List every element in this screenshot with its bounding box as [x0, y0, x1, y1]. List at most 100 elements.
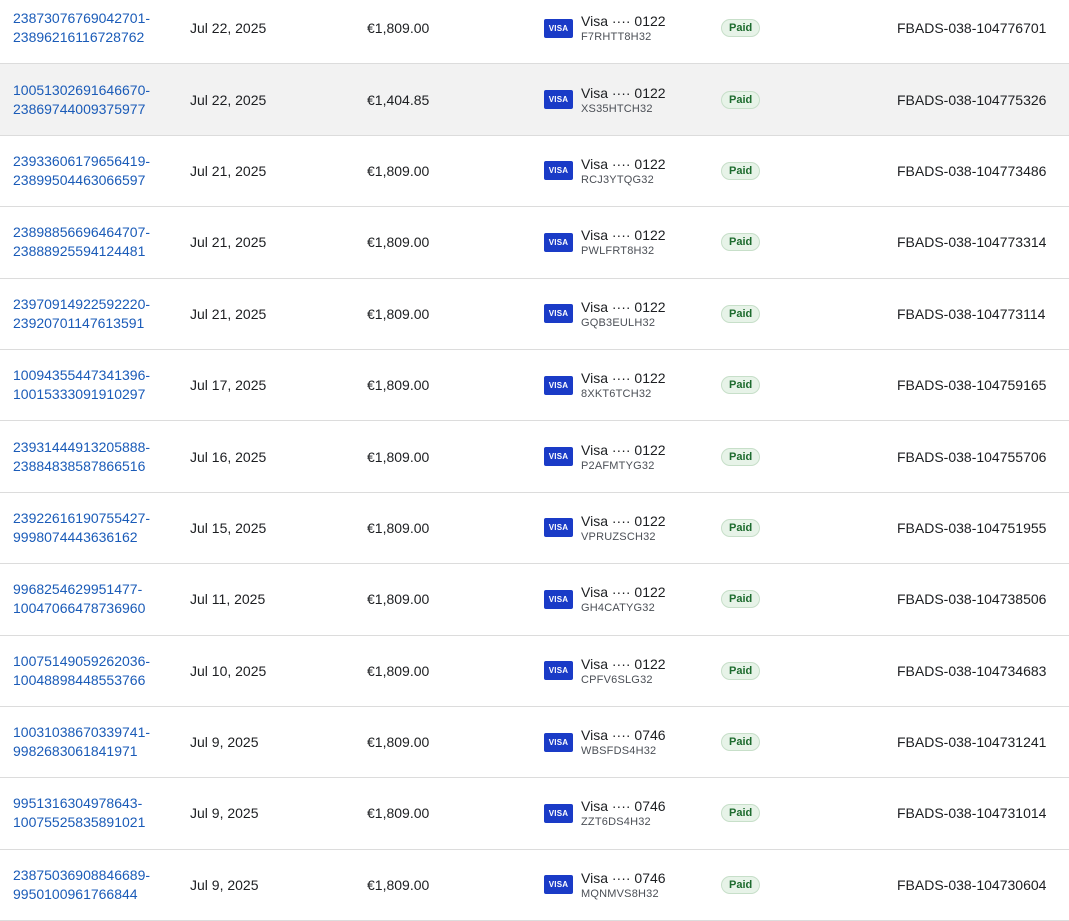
transaction-id-link[interactable]: 23970914922592220- 23920701147613591 [13, 295, 150, 333]
status-badge: Paid [721, 590, 761, 609]
reference-number: FBADS-038-104730604 [897, 876, 1047, 893]
payment-method-cell: VISA Visa ···· 0122 GQB3EULH32 [544, 279, 714, 349]
payment-method-cell: VISA Visa ···· 0122 RCJ3YTQG32 [544, 136, 714, 206]
transaction-id-link[interactable]: 23875036908846689- 9950100961766844 [13, 866, 150, 904]
transaction-id-link[interactable]: 10051302691646670- 23869744009375977 [13, 81, 150, 119]
transaction-id-link[interactable]: 10075149059262036- 10048898448553766 [13, 652, 150, 690]
transaction-date: Jul 22, 2025 [190, 91, 267, 108]
transaction-id-part2: 10075525835891021 [13, 814, 146, 831]
date-cell: Jul 21, 2025 [190, 207, 330, 277]
amount-cell: €1,809.00 [367, 207, 507, 277]
table-row[interactable]: 10094355447341396- 10015333091910297 Jul… [0, 349, 1069, 422]
amount-cell: €1,809.00 [367, 0, 507, 63]
visa-card-icon: VISA [544, 161, 573, 181]
transaction-id-link[interactable]: 9968254629951477- 10047066478736960 [13, 580, 145, 618]
transaction-amount: €1,809.00 [367, 662, 430, 679]
table-row[interactable]: 10031038670339741- 9982683061841971 Jul … [0, 706, 1069, 779]
transaction-id-part1: 23931444913205888- [13, 438, 151, 455]
table-row[interactable]: 9951316304978643- 10075525835891021 Jul … [0, 778, 1069, 850]
transaction-id-link[interactable]: 10031038670339741- 9982683061841971 [13, 723, 150, 761]
transaction-date: Jul 11, 2025 [190, 591, 266, 608]
transaction-id-part1: 9968254629951477- [13, 581, 143, 598]
transaction-amount: €1,809.00 [367, 448, 430, 465]
reference-number: FBADS-038-104776701 [897, 20, 1047, 37]
payment-method-label: Visa ···· 0122 [581, 155, 666, 172]
transaction-id-part1: 23898856696464707- [13, 224, 151, 241]
transactions-table: 23873076769042701- 23896216116728762 Jul… [0, 0, 1069, 921]
visa-card-icon: VISA [544, 375, 573, 395]
transaction-id-part2: 23920701147613591 [13, 314, 145, 331]
transaction-id-link[interactable]: 23931444913205888- 23884838587866516 [13, 438, 150, 476]
transaction-id-part1: 23933606179656419- [13, 152, 151, 169]
transaction-id-cell: 23873076769042701- 23896216116728762 [13, 0, 173, 63]
date-cell: Jul 11, 2025 [190, 564, 330, 634]
payment-method-cell: VISA Visa ···· 0122 XS35HTCH32 [544, 64, 714, 134]
transaction-id-link[interactable]: 23873076769042701- 23896216116728762 [13, 9, 150, 47]
transaction-date: Jul 9, 2025 [190, 876, 259, 893]
transaction-id-cell: 23933606179656419- 23899504463066597 [13, 136, 173, 206]
status-cell: Paid [721, 0, 801, 63]
amount-cell: €1,809.00 [367, 421, 507, 491]
table-row[interactable]: 23873076769042701- 23896216116728762 Jul… [0, 0, 1069, 65]
status-cell: Paid [721, 350, 801, 420]
transaction-amount: €1,809.00 [367, 591, 430, 608]
transaction-id-link[interactable]: 23922616190755427- 9998074443636162 [13, 509, 150, 547]
transaction-id-part1: 10051302691646670- [13, 81, 151, 98]
table-row[interactable]: 9968254629951477- 10047066478736960 Jul … [0, 564, 1069, 636]
table-row[interactable]: 10051302691646670- 23869744009375977 Jul… [0, 64, 1069, 136]
visa-card-icon: VISA [544, 803, 573, 823]
reference-number: FBADS-038-104773314 [897, 234, 1047, 251]
reference-number: FBADS-038-104759165 [897, 377, 1047, 394]
transaction-amount: €1,809.00 [367, 305, 430, 322]
payment-code: WBSFDS4H32 [581, 745, 657, 758]
transaction-date: Jul 10, 2025 [190, 662, 267, 679]
payment-code: 8XKT6TCH32 [581, 388, 652, 401]
table-row[interactable]: 23898856696464707- 23888925594124481 Jul… [0, 207, 1069, 279]
reference-number: FBADS-038-104738506 [897, 591, 1047, 608]
reference-cell: FBADS-038-104773114 [897, 279, 1069, 349]
table-row[interactable]: 23970914922592220- 23920701147613591 Jul… [0, 278, 1069, 350]
payment-code: GH4CATYG32 [581, 602, 655, 615]
payment-method-label: Visa ···· 0122 [581, 584, 666, 601]
transaction-id-link[interactable]: 23898856696464707- 23888925594124481 [13, 223, 150, 261]
transaction-id-link[interactable]: 10094355447341396- 10015333091910297 [13, 366, 150, 404]
reference-number: FBADS-038-104731014 [897, 805, 1047, 822]
status-badge: Paid [721, 19, 761, 38]
table-row[interactable]: 10075149059262036- 10048898448553766 Jul… [0, 635, 1069, 707]
status-cell: Paid [721, 636, 801, 706]
date-cell: Jul 10, 2025 [190, 636, 330, 706]
visa-card-icon: VISA [544, 90, 573, 110]
transaction-id-link[interactable]: 9951316304978643- 10075525835891021 [13, 794, 145, 832]
transaction-date: Jul 21, 2025 [190, 305, 267, 322]
transaction-id-link[interactable]: 23933606179656419- 23899504463066597 [13, 152, 150, 190]
reference-cell: FBADS-038-104751955 [897, 493, 1069, 563]
date-cell: Jul 22, 2025 [190, 64, 330, 134]
table-row[interactable]: 23933606179656419- 23899504463066597 Jul… [0, 135, 1069, 208]
visa-card-icon: VISA [544, 232, 573, 252]
transaction-amount: €1,809.00 [367, 162, 430, 179]
transaction-date: Jul 21, 2025 [190, 234, 267, 251]
status-badge: Paid [721, 447, 761, 466]
status-badge: Paid [721, 90, 761, 109]
amount-cell: €1,809.00 [367, 636, 507, 706]
reference-number: FBADS-038-104731241 [897, 734, 1047, 751]
transaction-amount: €1,809.00 [367, 377, 430, 394]
payment-method-cell: VISA Visa ···· 0122 PWLFRT8H32 [544, 207, 714, 277]
reference-cell: FBADS-038-104734683 [897, 636, 1069, 706]
status-cell: Paid [721, 493, 801, 563]
payment-method-cell: VISA Visa ···· 0122 F7RHTT8H32 [544, 0, 714, 63]
visa-card-icon: VISA [544, 875, 573, 895]
reference-number: FBADS-038-104755706 [897, 448, 1047, 465]
visa-card-icon: VISA [544, 589, 573, 609]
status-cell: Paid [721, 64, 801, 134]
status-badge: Paid [721, 304, 761, 323]
payment-method-label: Visa ···· 0746 [581, 798, 666, 815]
table-row[interactable]: 23931444913205888- 23884838587866516 Jul… [0, 421, 1069, 493]
reference-cell: FBADS-038-104775326 [897, 64, 1069, 134]
transaction-id-cell: 10051302691646670- 23869744009375977 [13, 64, 173, 134]
transaction-date: Jul 16, 2025 [190, 448, 267, 465]
table-row[interactable]: 23875036908846689- 9950100961766844 Jul … [0, 849, 1069, 921]
transaction-amount: €1,809.00 [367, 876, 430, 893]
reference-cell: FBADS-038-104776701 [897, 0, 1069, 63]
table-row[interactable]: 23922616190755427- 9998074443636162 Jul … [0, 492, 1069, 565]
